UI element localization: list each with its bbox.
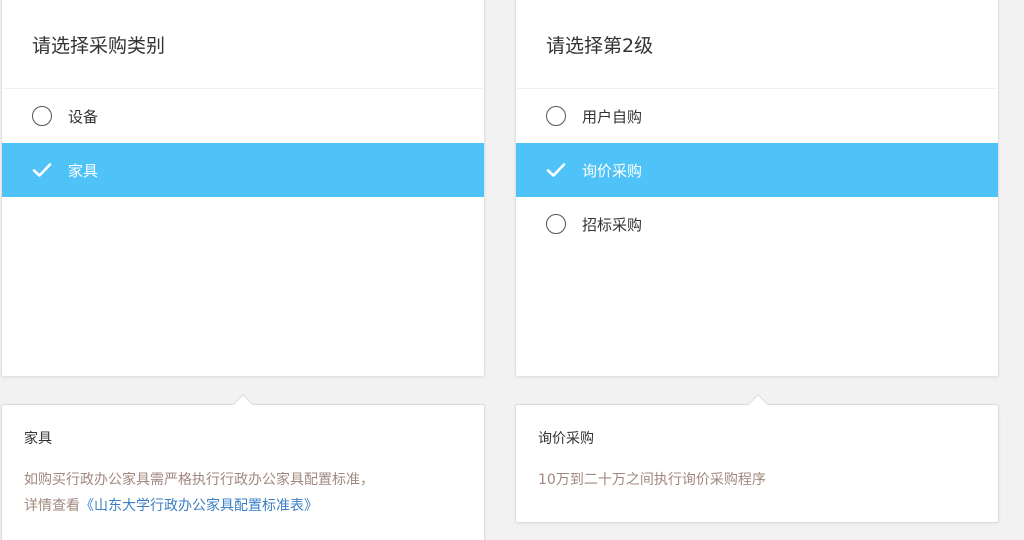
check-icon[interactable] [32,160,52,180]
category-panel: 请选择采购类别 设备 家具 [1,0,485,377]
level2-panel: 请选择第2级 用户自购 询价采购 招标采购 [515,0,999,377]
option-label: 设备 [68,107,99,126]
radio-unselected-icon[interactable] [546,214,566,234]
option-furniture[interactable]: 家具 [2,143,484,197]
option-label: 家具 [68,161,99,180]
category-panel-title: 请选择采购类别 [2,0,484,89]
option-label: 招标采购 [582,215,643,234]
description-line: 10万到二十万之间执行询价采购程序 [538,472,766,488]
option-inquiry-purchase[interactable]: 询价采购 [516,143,998,197]
description-body: 10万到二十万之间执行询价采购程序 [516,463,998,493]
option-equipment[interactable]: 设备 [2,89,484,143]
level2-panel-title: 请选择第2级 [516,0,998,89]
option-label: 询价采购 [582,161,643,180]
description-body: 如购买行政办公家具需严格执行行政办公家具配置标准， 详情查看《山东大学行政办公家… [2,463,484,519]
radio-unselected-icon[interactable] [546,106,566,126]
description-line: 详情查看《山东大学行政办公家具配置标准表》 [24,493,462,519]
option-label: 用户自购 [582,107,643,126]
option-tender-purchase[interactable]: 招标采购 [516,197,998,251]
description-line: 如购买行政办公家具需严格执行行政办公家具配置标准， [24,472,374,488]
standard-table-link[interactable]: 《山东大学行政办公家具配置标准表》 [80,498,318,514]
option-self-purchase[interactable]: 用户自购 [516,89,998,143]
category-description-box: 家具 如购买行政办公家具需严格执行行政办公家具配置标准， 详情查看《山东大学行政… [1,394,485,540]
radio-unselected-icon[interactable] [32,106,52,126]
check-icon[interactable] [546,160,566,180]
description-prefix: 详情查看 [24,498,80,514]
level2-description-box: 询价采购 10万到二十万之间执行询价采购程序 [515,394,999,523]
